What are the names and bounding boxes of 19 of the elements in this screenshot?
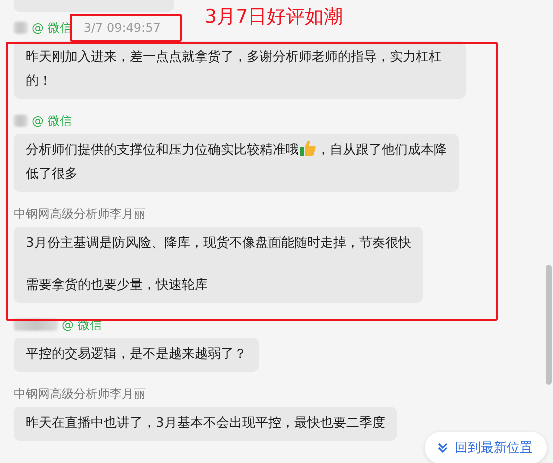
message-text: 昨天在直播中也讲了，3月基本不会出现平控，最快也要二季度 [26, 416, 386, 431]
annotation-title: 3月7日好评如潮 [205, 5, 344, 30]
jump-to-latest-button[interactable]: 回到最新位置 [425, 432, 547, 463]
message-text: 需要拿货的也要少量，快速轮库 [26, 278, 208, 293]
scrollbar-thumb[interactable] [546, 265, 552, 385]
blurred-name [14, 115, 28, 127]
thumbs-up-icon [299, 139, 317, 157]
source-label: @ 微信 [32, 112, 72, 130]
sender-name: 中钢网高级分析师李月丽 [14, 206, 146, 222]
chevrons-down-icon [437, 442, 449, 454]
message-text: 平控的交易逻辑，是不是越来越弱了？ [26, 347, 247, 362]
message-text: 昨天刚加入进来，差一点点就拿货了，多谢分析师老师的指导，实力杠杠的！ [26, 50, 442, 89]
sender-name: 中钢网高级分析师李月丽 [14, 386, 146, 402]
message-time: 3/7 09:49:57 [84, 21, 161, 35]
message-text: ，自从跟了他们成本降 [317, 143, 447, 158]
message-text: 低了很多 [26, 167, 78, 182]
message-text: 分析师们提供的支撑位和压力位确实比较精准哦 [26, 143, 299, 158]
message-text: 3月份主基调是防风险、降库，现货不像盘面能随时走掉，节奏很快 [26, 236, 412, 251]
blurred-name [14, 22, 28, 34]
